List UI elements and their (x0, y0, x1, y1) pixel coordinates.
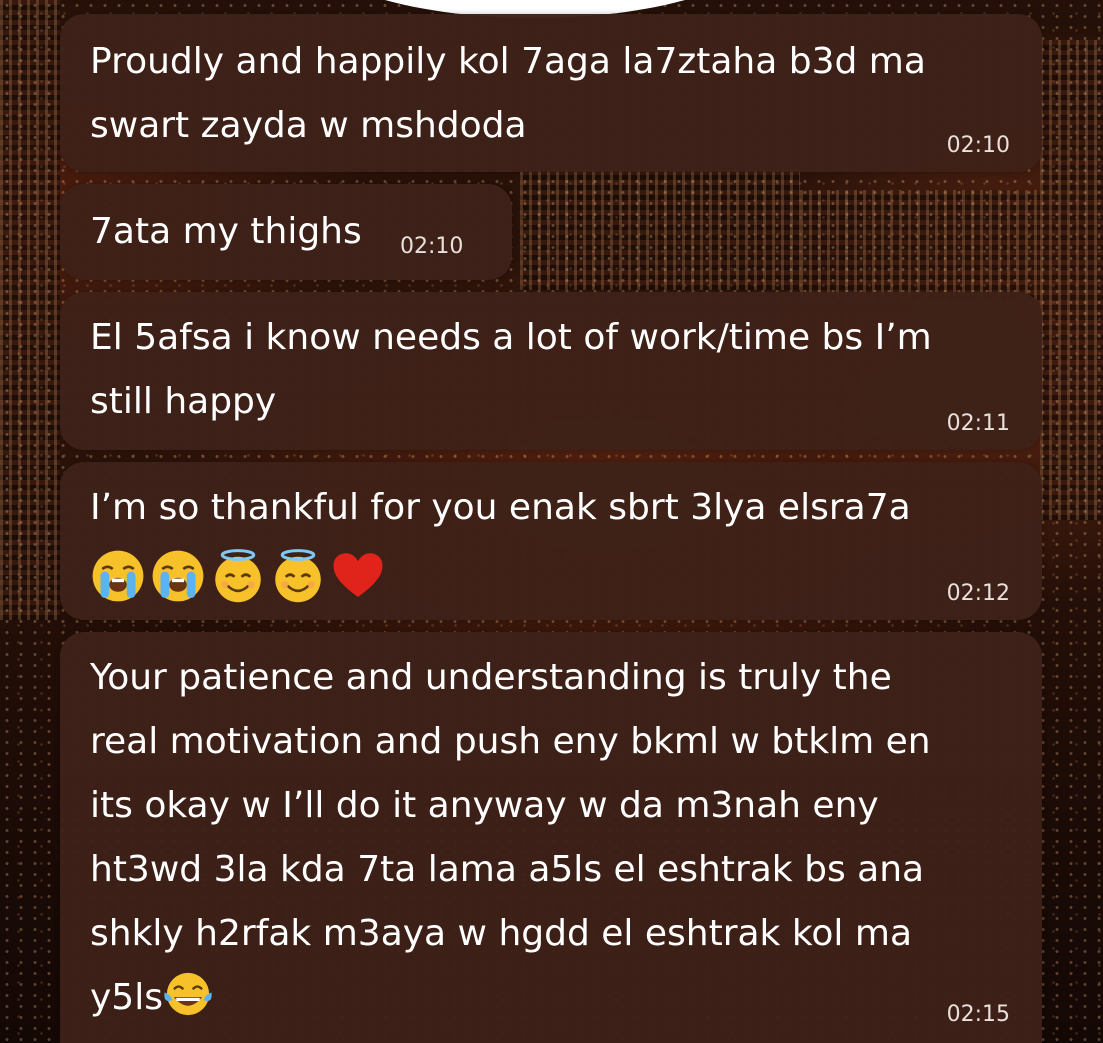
message-timestamp: 02:12 (946, 581, 1010, 606)
message-text: Your patience and understanding is truly… (90, 646, 931, 1030)
emoji-row (90, 546, 386, 606)
message-line: real motivation and push eny bkml w btkl… (90, 721, 931, 762)
message-line: El 5afsa i know needs a lot of work/time… (90, 317, 932, 358)
message-line: Proudly and happily kol 7aga la7ztaha b3… (90, 41, 926, 82)
message-timestamp: 02:10 (400, 234, 464, 259)
face-with-tears-of-joy-icon (164, 972, 212, 1016)
message-text: El 5afsa i know needs a lot of work/time… (90, 306, 932, 434)
message-line: Your patience and understanding is truly… (90, 657, 892, 698)
message-line-text: y5ls (90, 977, 163, 1018)
message-timestamp: 02:10 (946, 133, 1010, 158)
message-bubble[interactable]: 7ata my thighs 02:10 (60, 184, 512, 280)
smiling-face-with-halo-icon (215, 549, 261, 603)
message-line: its okay w I’ll do it anyway w da m3nah … (90, 785, 879, 826)
message-timestamp: 02:11 (946, 411, 1010, 436)
message-text: 7ata my thighs (90, 200, 362, 264)
message-line: shkly h2rfak m3aya w hgdd el eshtrak kol… (90, 913, 913, 954)
message-bubble[interactable]: I’m so thankful for you enak sbrt 3lya e… (60, 462, 1042, 620)
message-line: still happy (90, 381, 277, 422)
message-timestamp: 02:15 (946, 1002, 1010, 1027)
loudly-crying-face-icon (152, 550, 204, 602)
message-line: I’m so thankful for you enak sbrt 3lya e… (90, 487, 911, 528)
message-bubble[interactable]: Proudly and happily kol 7aga la7ztaha b3… (60, 14, 1042, 172)
message-line: swart zayda w mshdoda (90, 105, 527, 146)
message-text: I’m so thankful for you enak sbrt 3lya e… (90, 476, 911, 540)
message-bubble[interactable]: Your patience and understanding is truly… (60, 632, 1042, 1043)
message-line: ht3wd 3la kda 7ta lama a5ls el eshtrak b… (90, 849, 925, 890)
smiling-face-with-halo-icon (275, 549, 321, 603)
message-line: y5ls (90, 966, 931, 1030)
loudly-crying-face-icon (92, 550, 144, 602)
red-heart-icon (333, 553, 383, 597)
message-line: 7ata my thighs (90, 211, 362, 252)
message-bubble[interactable]: El 5afsa i know needs a lot of work/time… (60, 292, 1042, 450)
message-text: Proudly and happily kol 7aga la7ztaha b3… (90, 30, 926, 158)
